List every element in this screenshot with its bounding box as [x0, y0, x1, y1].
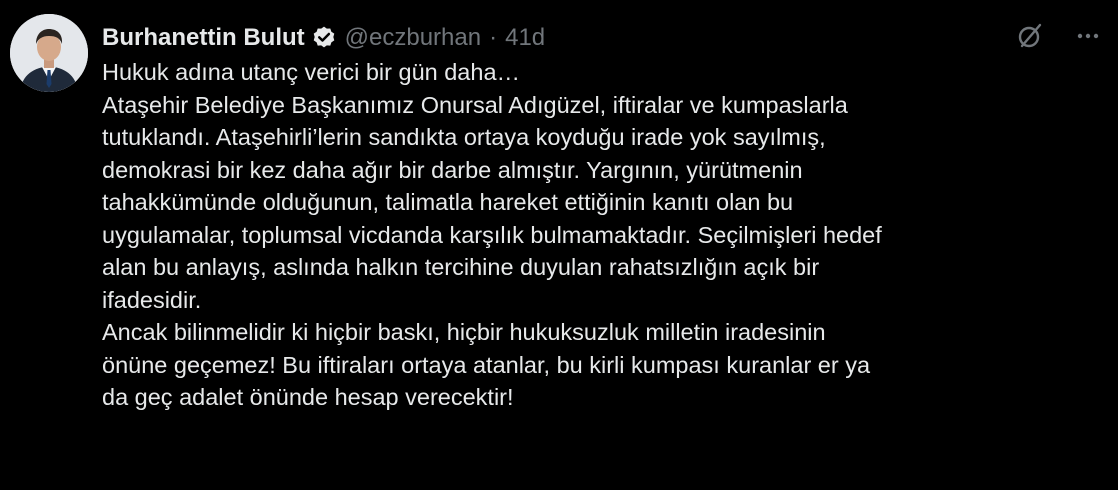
avatar[interactable]	[10, 14, 88, 92]
avatar-image	[10, 14, 88, 92]
tweet-text-line: tutuklandı. Ataşehirli’lerin sandıkta or…	[102, 124, 826, 150]
timestamp[interactable]: 41d	[505, 24, 545, 52]
tweet-text-line: tahakkümünde olduğunun, talimatla hareke…	[102, 189, 794, 215]
tweet-text-line: alan bu anlayış, aslında halkın tercihin…	[102, 254, 820, 280]
tweet-text-line: uygulamalar, toplumsal vicdanda karşılık…	[102, 221, 882, 248]
display-name[interactable]: Burhanettin Bulut	[102, 24, 305, 52]
separator-dot: ·	[489, 24, 498, 51]
tweet-text-line: Hukuk adına utanç verici bir gün daha…	[102, 59, 521, 85]
tweet-text-line: önüne geçemez! Bu iftiraları ortaya atan…	[102, 351, 871, 378]
tweet-actions	[1014, 20, 1104, 52]
tweet-text: Hukuk adına utanç verici bir gün daha… A…	[102, 56, 1102, 414]
verified-badge-icon	[311, 25, 337, 51]
tweet-header: Burhanettin Bulut @eczburhan · 41d	[102, 20, 545, 56]
tweet-text-line: da geç adalet önünde hesap verecektir!	[102, 384, 514, 410]
tweet: Burhanettin Bulut @eczburhan · 41d Hukuk…	[0, 0, 1118, 490]
tweet-text-line: Ancak bilinmelidir ki hiçbir baskı, hiçb…	[102, 319, 826, 345]
author-handle[interactable]: @eczburhan	[345, 24, 481, 52]
tweet-text-line: ifadesidir.	[102, 286, 202, 313]
more-icon[interactable]	[1072, 20, 1104, 52]
grok-icon[interactable]	[1014, 20, 1046, 52]
tweet-text-line: demokrasi bir kez daha ağır bir darbe al…	[102, 156, 803, 183]
tweet-text-line: Ataşehir Belediye Başkanımız Onursal Adı…	[102, 91, 848, 118]
